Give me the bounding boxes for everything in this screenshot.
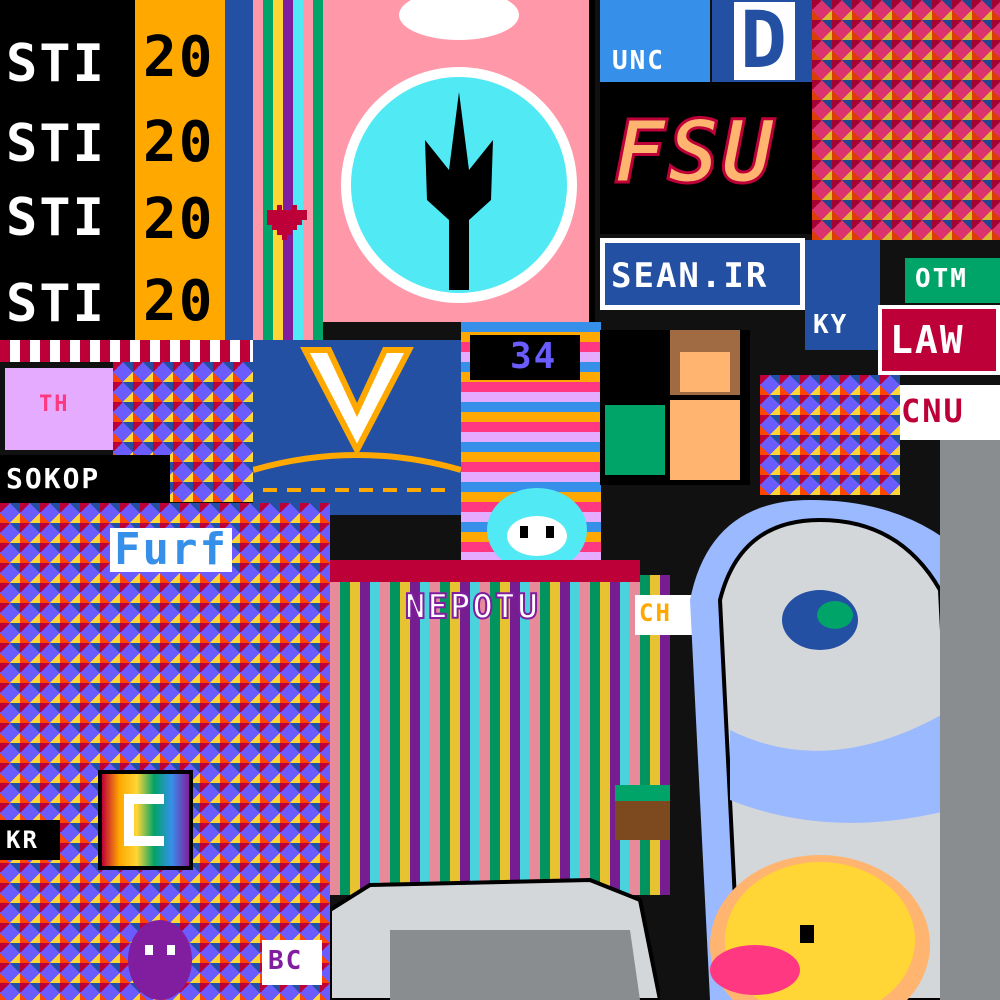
- pink-art-area: [812, 0, 1000, 240]
- fsu-logo: FSU: [600, 82, 812, 234]
- otm-text: OTM: [915, 264, 968, 294]
- blue-divider: [225, 0, 253, 360]
- kr-badge: KR: [0, 820, 60, 860]
- right-art-area: [760, 375, 900, 495]
- sti-banner: STI STI STI STI: [0, 0, 135, 340]
- small-art-column: [253, 0, 323, 340]
- gray-rock: [330, 870, 660, 1000]
- cnu-banner: CNU: [895, 385, 1000, 440]
- sokop-banner: SOKOP: [0, 455, 170, 503]
- duke-logo: D: [712, 0, 812, 82]
- number-badge: 34: [470, 335, 580, 380]
- fsu-text: FSU: [612, 103, 776, 203]
- twenty-text-2: 20: [143, 110, 215, 175]
- law-text: LAW: [890, 318, 965, 362]
- nepotu-strip: [330, 560, 640, 582]
- sokop-text: SOKOP: [6, 462, 101, 495]
- th-text: TH: [39, 392, 70, 417]
- vt-logo: [253, 340, 461, 515]
- sti-text-4: STI: [6, 274, 106, 334]
- furf-text: Furf: [110, 528, 232, 572]
- right-gray-column: [940, 440, 1000, 1000]
- unc-logo: UNC: [600, 0, 710, 82]
- heart-icon: [262, 195, 312, 245]
- num34-text: 34: [510, 336, 558, 377]
- otm-badge: OTM: [905, 258, 1000, 303]
- red-stripe: [0, 340, 253, 362]
- twenty-text-1: 20: [143, 25, 215, 90]
- purple-character: [125, 915, 195, 1000]
- cnu-text: CNU: [901, 392, 965, 430]
- twenty-banner: 20 20 20 20: [135, 0, 225, 340]
- sean-text: SEAN.IR: [611, 256, 769, 296]
- duke-text: D: [734, 2, 795, 80]
- pixel-canvas[interactable]: STI STI STI STI 20 20 20 20 UNC D FSU SE…: [0, 0, 1000, 1000]
- ky-badge: KY: [805, 240, 880, 350]
- sti-text-3: STI: [6, 188, 106, 248]
- bc-text: BC: [268, 946, 304, 976]
- bc-badge: BC: [262, 940, 322, 985]
- sti-text-2: STI: [6, 114, 106, 174]
- yellow-duck: [700, 845, 930, 1000]
- kr-text: KR: [6, 826, 39, 854]
- th-heart-badge: TH: [5, 368, 113, 450]
- rainbow-c-logo: [98, 770, 193, 870]
- trident-logo: [323, 0, 595, 322]
- portrait-art: [600, 330, 750, 485]
- twenty-text-4: 20: [143, 269, 215, 334]
- nepotu-text: NEPOTU: [404, 587, 540, 627]
- sean-banner: SEAN.IR: [600, 238, 805, 310]
- unc-text: UNC: [612, 46, 665, 76]
- sti-text-1: STI: [6, 34, 106, 94]
- twenty-text-3: 20: [143, 187, 215, 252]
- ky-text: KY: [813, 310, 849, 340]
- law-banner: LAW: [878, 305, 1000, 375]
